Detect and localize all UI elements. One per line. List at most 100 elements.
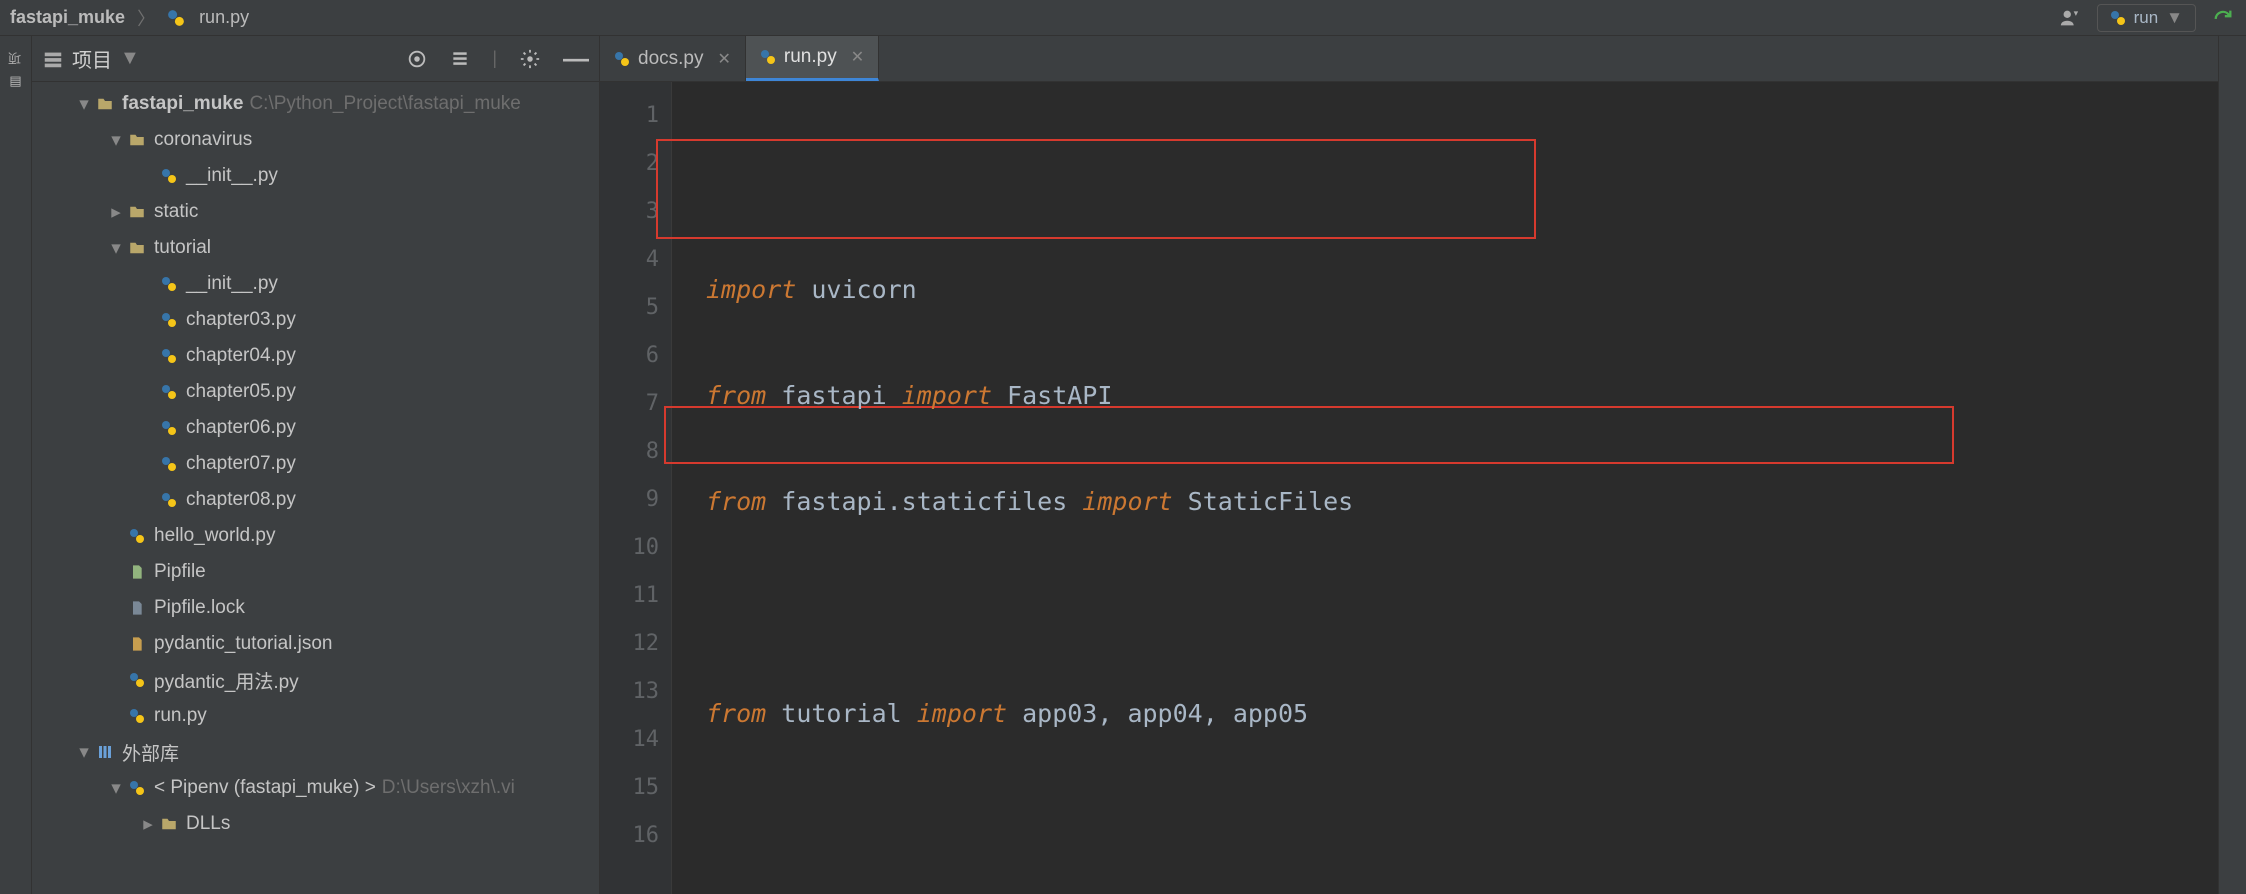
minimize-icon[interactable]: — [563,43,589,74]
project-title[interactable]: 项目 [72,44,112,73]
tree-file-pipfile-lock[interactable]: Pipfile.lock [32,590,599,626]
tree-item-label: coronavirus [154,129,252,151]
line-number[interactable]: 3 [600,188,659,236]
expand-all-icon[interactable] [450,49,470,69]
python-file-icon [167,9,185,27]
line-number[interactable]: 5 [600,284,659,332]
folder-icon[interactable]: ▤ [9,73,21,89]
user-add-icon[interactable]: ▾ [2057,5,2083,31]
gear-icon[interactable] [519,48,541,70]
tree-file-chapter04[interactable]: chapter04.py [32,338,599,374]
tree-pipenv[interactable]: ▾ < Pipenv (fastapi_muke) > D:\Users\xzh… [32,770,599,806]
python-file-icon [158,384,180,400]
code-line[interactable]: from fastapi import FastAPI [706,372,2218,420]
tree-folder-dlls[interactable]: ▸ DLLs [32,806,599,842]
tab-run[interactable]: run.py ✕ [746,36,879,81]
close-icon[interactable]: ✕ [851,47,864,67]
navigation-bar: fastapi_muke 〉 run.py ▾ run ▼ [0,0,2246,36]
file-icon [126,564,148,580]
breadcrumb-root[interactable]: fastapi_muke [10,7,125,28]
tree-root[interactable]: ▾ fastapi_muke C:\Python_Project\fastapi… [32,86,599,122]
line-number[interactable]: 9 [600,476,659,524]
tree-folder-tutorial[interactable]: ▾ tutorial [32,230,599,266]
tree-file-run[interactable]: run.py [32,698,599,734]
chevron-right-icon[interactable]: ▸ [106,201,126,224]
code-line[interactable] [706,584,2218,632]
tree-item-path: C:\Python_Project\fastapi_muke [249,93,520,115]
line-number[interactable]: 14 [600,716,659,764]
tree-item-label: fastapi_muke [122,93,243,115]
line-number[interactable]: 13 [600,668,659,716]
tab-docs[interactable]: docs.py ✕ [600,36,746,81]
tree-item-label: __init__.py [186,165,278,187]
tree-file-pydantic-json[interactable]: pydantic_tutorial.json [32,626,599,662]
chevron-down-icon[interactable]: ▾ [106,777,126,800]
line-number[interactable]: 6 [600,332,659,380]
line-number[interactable]: 11 [600,572,659,620]
tree-folder-static[interactable]: ▸ static [32,194,599,230]
chevron-down-icon[interactable]: ▼ [120,47,140,70]
line-number[interactable]: 1 [600,92,659,140]
chevron-right-icon[interactable]: ▸ [138,813,158,836]
tree-external-libs[interactable]: ▾ 外部库 [32,734,599,770]
chevron-down-icon[interactable]: ▾ [74,741,94,764]
tree-file-chapter03[interactable]: chapter03.py [32,302,599,338]
tree-file-chapter05[interactable]: chapter05.py [32,374,599,410]
tree-file-chapter07[interactable]: chapter07.py [32,446,599,482]
python-icon [2110,10,2126,26]
project-tree[interactable]: ▾ fastapi_muke C:\Python_Project\fastapi… [32,82,599,894]
tree-item-label: run.py [154,705,207,727]
project-panel: 项目 ▼ | — ▾ fastapi_muke [32,36,600,894]
line-number[interactable]: 15 [600,764,659,812]
line-number[interactable]: 4 [600,236,659,284]
navbar-right-controls: ▾ run ▼ [2057,4,2236,32]
divider-icon: | [492,48,497,69]
tree-item-label: < Pipenv (fastapi_muke) > [154,777,376,799]
tree-file-coronavirus-init[interactable]: __init__.py [32,158,599,194]
code-line[interactable]: from fastapi.staticfiles import StaticFi… [706,478,2218,526]
python-file-icon [158,492,180,508]
rerun-icon[interactable] [2210,5,2236,31]
editor-tabs: docs.py ✕ run.py ✕ [600,36,2218,82]
line-number-gutter[interactable]: 1 2 3 4 5 6 7 8 9 10 11 12 13 14 15 16 [600,82,672,894]
close-icon[interactable]: ✕ [717,49,730,69]
run-config-selector[interactable]: run ▼ [2097,4,2196,32]
python-file-icon [126,672,148,688]
breadcrumb: fastapi_muke 〉 run.py [10,5,249,31]
chevron-right-icon: 〉 [137,5,155,31]
line-number[interactable]: 7 [600,380,659,428]
line-number[interactable]: 16 [600,812,659,860]
tree-file-hello[interactable]: hello_world.py [32,518,599,554]
tree-file-tutorial-init[interactable]: __init__.py [32,266,599,302]
locate-icon[interactable] [406,48,428,70]
line-number[interactable]: 12 [600,620,659,668]
tree-item-label: tutorial [154,237,211,259]
libraries-icon [94,743,116,761]
tree-file-pydantic-usage[interactable]: pydantic_用法.py [32,662,599,698]
tool-window-project-bars-icon[interactable]: 项 [6,50,25,65]
tree-file-chapter08[interactable]: chapter08.py [32,482,599,518]
tree-item-label: DLLs [186,813,230,835]
tree-file-pipfile[interactable]: Pipfile [32,554,599,590]
code-line[interactable]: from tutorial import app03, app04, app05 [706,690,2218,738]
line-number[interactable]: 8 [600,428,659,476]
tree-folder-coronavirus[interactable]: ▾ coronavirus [32,122,599,158]
breadcrumb-file[interactable]: run.py [199,7,249,28]
chevron-down-icon[interactable]: ▾ [106,237,126,260]
highlight-box-import [656,139,1536,239]
tree-item-label: Pipfile.lock [154,597,245,619]
tree-item-label: __init__.py [186,273,278,295]
tree-file-chapter06[interactable]: chapter06.py [32,410,599,446]
chevron-down-icon[interactable]: ▾ [106,129,126,152]
code-line[interactable]: import uvicorn [706,266,2218,314]
folder-icon [126,239,148,257]
run-config-label: run [2134,8,2159,28]
line-number[interactable]: 2 [600,140,659,188]
code-line[interactable] [706,796,2218,844]
fold-stripe[interactable] [672,82,696,894]
folder-icon [94,95,116,113]
code-editor[interactable]: import uvicorn from fastapi import FastA… [696,82,2218,894]
line-number[interactable]: 10 [600,524,659,572]
chevron-down-icon[interactable]: ▾ [74,93,94,116]
tree-item-label: chapter08.py [186,489,296,511]
